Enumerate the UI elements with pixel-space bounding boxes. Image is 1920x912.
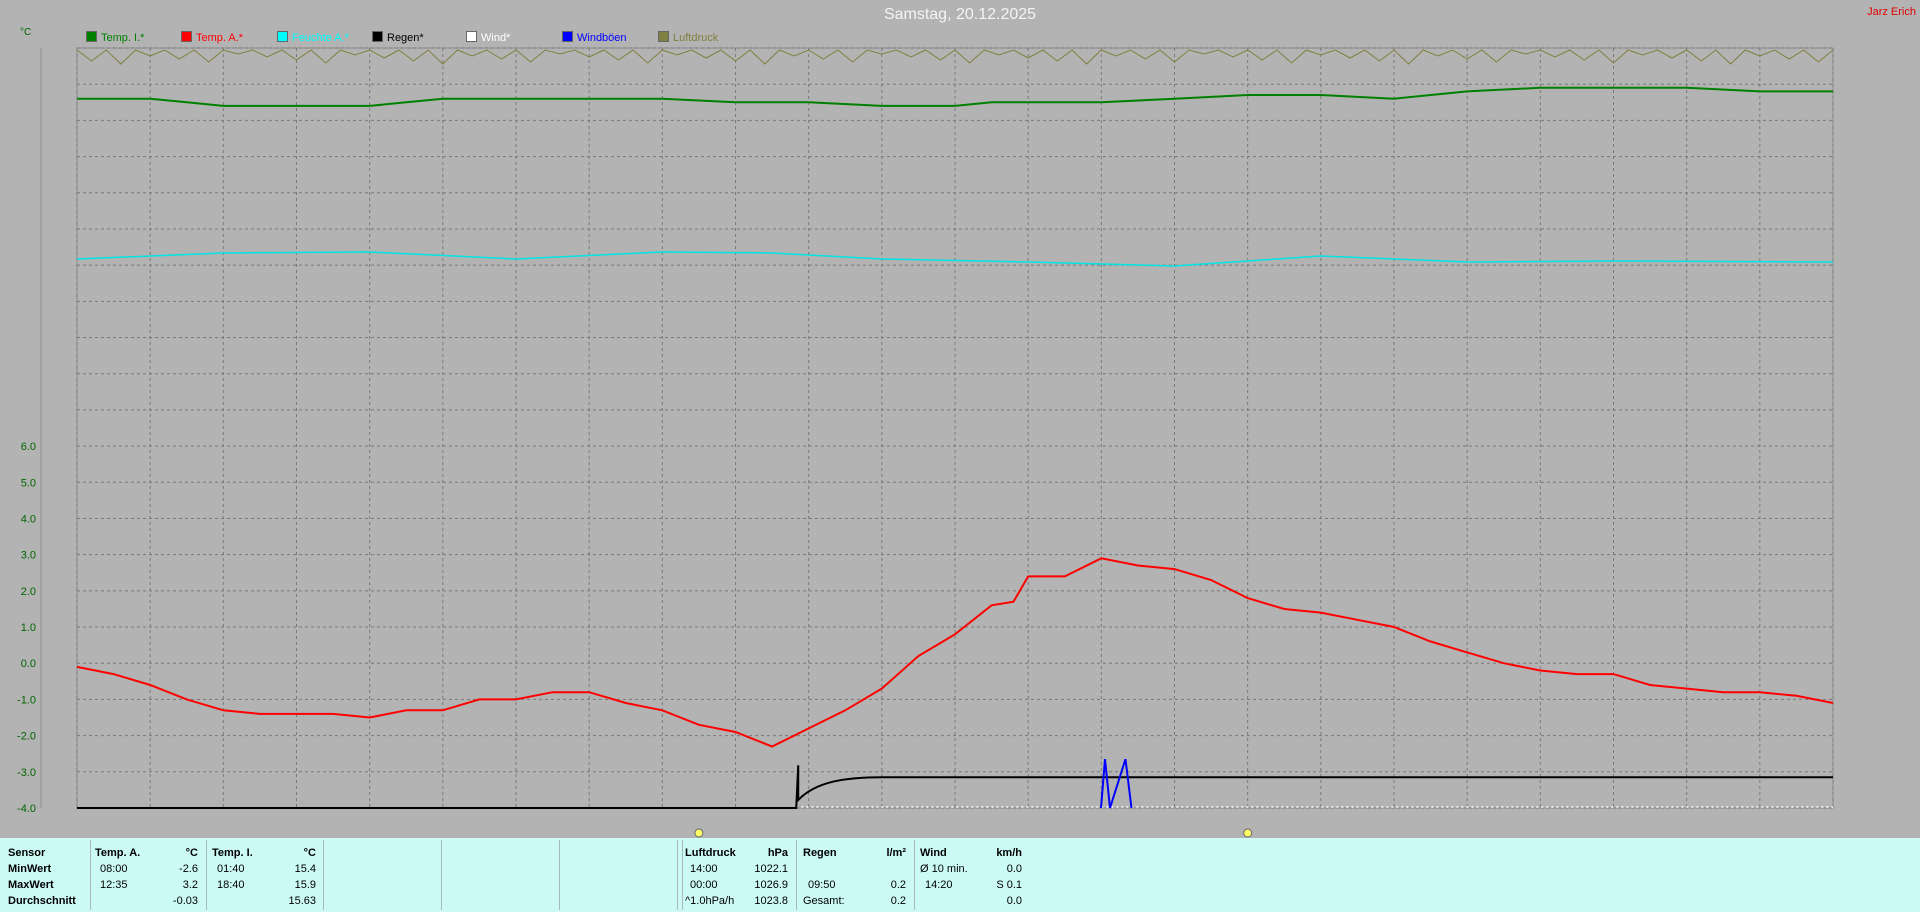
sunset-icon — [1243, 828, 1253, 838]
sunrise-icon — [694, 828, 704, 838]
y-tick-label: 5.0 — [21, 477, 36, 489]
divider — [677, 840, 678, 910]
wind-max-val: S 0.1 — [996, 879, 1022, 891]
wind-last-val: 0.0 — [1006, 895, 1022, 907]
temp-i-max-time: 18:40 — [217, 879, 245, 891]
pressure-max-val: 1026.9 — [754, 879, 788, 891]
temp-a-min-val: -2.6 — [179, 863, 198, 875]
pressure-max-time: 00:00 — [690, 879, 718, 891]
pressure-min-time: 14:00 — [690, 863, 718, 875]
y-tick-label: 4.0 — [21, 513, 36, 525]
pressure-unit: hPa — [767, 847, 788, 859]
row-header-avg: Durchschnitt — [8, 895, 76, 907]
rain-unit: l/m² — [886, 847, 906, 859]
divider — [796, 840, 797, 910]
divider — [559, 840, 560, 910]
divider — [90, 840, 91, 910]
divider — [323, 840, 324, 910]
wind-title: Wind — [920, 847, 947, 859]
temp-i-avg: 15.63 — [288, 895, 316, 907]
row-header-min: MinWert — [8, 863, 52, 875]
temp-a-max-time: 12:35 — [100, 879, 128, 891]
rain-time: 09:50 — [808, 879, 836, 891]
temp-a-title: Temp. A. — [95, 847, 141, 859]
temp-i-title: Temp. I. — [212, 847, 253, 859]
divider — [206, 840, 207, 910]
pressure-min-val: 1022.1 — [754, 863, 788, 875]
wind-avg-val: 0.0 — [1006, 863, 1022, 875]
pressure-trend-label: ^1.0hPa/h — [685, 895, 735, 907]
y-tick-label: 3.0 — [21, 550, 36, 562]
temp-i-min-val: 15.4 — [294, 863, 316, 875]
rain-title: Regen — [803, 847, 837, 859]
rain-total-val: 0.2 — [890, 895, 906, 907]
row-header-max: MaxWert — [8, 879, 54, 891]
divider — [682, 840, 683, 910]
wind-max-time: 14:20 — [925, 879, 953, 891]
wind-unit: km/h — [996, 847, 1022, 859]
temp-a-avg: -0.03 — [172, 895, 198, 907]
y-tick-label: 6.0 — [21, 441, 36, 453]
temp-a-max-val: 3.2 — [182, 879, 198, 891]
stats-panel: Sensor MinWert MaxWert Durchschnitt Temp… — [0, 838, 1920, 912]
y-tick-label: -3.0 — [17, 767, 36, 779]
y-tick-label: -2.0 — [17, 731, 36, 743]
row-header-sensor: Sensor — [8, 847, 46, 859]
temp-a-min-time: 08:00 — [100, 863, 128, 875]
temp-i-max-val: 15.9 — [294, 879, 316, 891]
pressure-trend-val: 1023.8 — [754, 895, 788, 907]
wind-avg-label: Ø 10 min. — [920, 863, 968, 875]
rain-val: 0.2 — [890, 879, 906, 891]
y-tick-label: 2.0 — [21, 586, 36, 598]
y-tick-label: -4.0 — [17, 803, 36, 815]
y-tick-label: 0.0 — [21, 658, 36, 670]
y-tick-label: 1.0 — [21, 622, 36, 634]
rain-total-label: Gesamt: — [803, 895, 845, 907]
temp-i-unit: °C — [303, 847, 316, 859]
weather-chart: 6.0 5.0 4.0 3.0 2.0 1.0 0.0 -1.0 -2.0 -3.0 -4.0 — [17, 47, 1834, 838]
temp-a-unit: °C — [185, 847, 198, 859]
pressure-title: Luftdruck — [685, 847, 736, 859]
divider — [441, 840, 442, 910]
temp-i-min-time: 01:40 — [217, 863, 245, 875]
y-tick-label: -1.0 — [17, 694, 36, 706]
divider — [914, 840, 915, 910]
